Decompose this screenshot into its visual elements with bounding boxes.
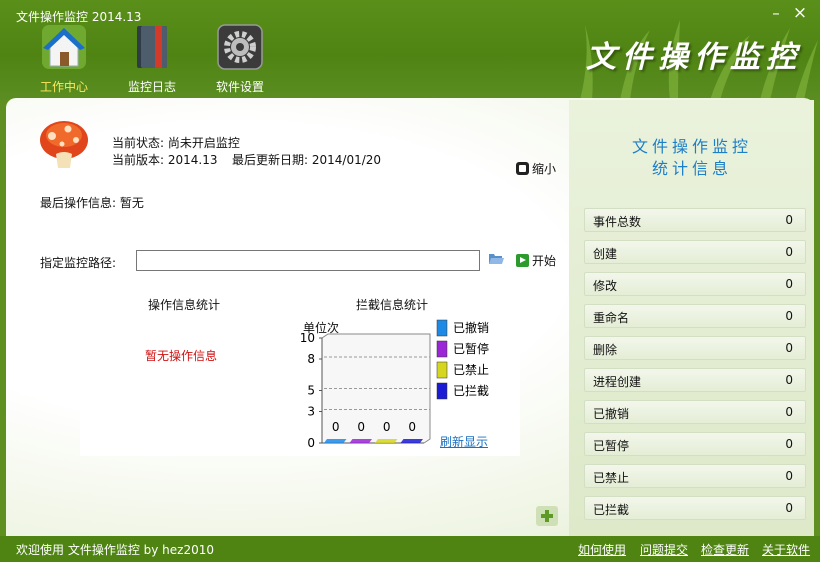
bar bbox=[349, 439, 372, 443]
current-version: 当前版本: 2014.13 bbox=[112, 153, 218, 167]
bar-data-label: 0 bbox=[357, 420, 365, 434]
status-bar: 欢迎使用 文件操作监控 by hez2010 如何使用 问题提交 检查更新 关于… bbox=[0, 536, 820, 562]
bar-data-label: 0 bbox=[408, 420, 416, 434]
minimize-button[interactable]: – bbox=[766, 4, 786, 22]
y-tick-label: 0 bbox=[307, 436, 315, 450]
path-label: 指定监控路径: bbox=[40, 256, 117, 270]
stat-row: 已禁止 0 bbox=[584, 464, 806, 488]
add-button[interactable] bbox=[536, 506, 558, 526]
how-to-use-link[interactable]: 如何使用 bbox=[578, 541, 626, 558]
stat-name: 已暂停 bbox=[593, 439, 630, 453]
stat-name: 删除 bbox=[593, 343, 618, 357]
stat-row: 已暂停 0 bbox=[584, 432, 806, 456]
version-value: 2014.13 bbox=[167, 153, 218, 167]
start-button[interactable]: 开始 bbox=[516, 252, 556, 269]
brand-logo-text: 文件操作监控 bbox=[586, 40, 802, 75]
stat-row: 重命名 0 bbox=[584, 304, 806, 328]
last-update: 最后更新日期: 2014/01/20 bbox=[232, 153, 382, 167]
folder-open-icon[interactable] bbox=[488, 252, 504, 266]
home-icon bbox=[42, 25, 86, 69]
monitor-path-input[interactable] bbox=[136, 250, 480, 271]
bar-data-label: 0 bbox=[383, 420, 391, 434]
stat-row: 创建 0 bbox=[584, 240, 806, 264]
legend-label: 已禁止 bbox=[453, 363, 489, 377]
legend-swatch bbox=[436, 361, 448, 379]
bar bbox=[400, 439, 423, 443]
stat-value: 0 bbox=[785, 373, 793, 387]
nav-work-center[interactable]: 工作中心 bbox=[28, 22, 100, 96]
about-link[interactable]: 关于软件 bbox=[762, 541, 810, 558]
last-op-value: 暂无 bbox=[119, 196, 144, 210]
legend-label: 已暂停 bbox=[453, 341, 489, 356]
current-status: 当前状态: 尚未开启监控 bbox=[112, 136, 240, 150]
stat-value: 0 bbox=[785, 469, 793, 483]
stat-name: 已禁止 bbox=[593, 471, 630, 485]
stat-name: 事件总数 bbox=[593, 215, 642, 229]
legend-label: 已撤销 bbox=[453, 320, 489, 335]
submit-issue-link[interactable]: 问题提交 bbox=[640, 541, 688, 558]
statistics-area: 操作信息统计 暂无操作信息 拦截信息统计 单位次 0 3 5 8 10 0 0 0 0 已撤销 已暂… bbox=[80, 288, 520, 456]
legend-swatch bbox=[436, 340, 448, 358]
stat-row: 已撤销 0 bbox=[584, 400, 806, 424]
nav-label: 监控日志 bbox=[127, 80, 176, 94]
stat-name: 进程创建 bbox=[593, 375, 642, 389]
stat-name: 创建 bbox=[593, 247, 618, 261]
y-tick-label: 8 bbox=[307, 352, 315, 366]
nav-monitor-log[interactable]: 监控日志 bbox=[116, 22, 188, 96]
refresh-display-link[interactable]: 刷新显示 bbox=[440, 433, 488, 450]
stat-name: 重命名 bbox=[593, 311, 630, 325]
mushroom-logo-icon bbox=[40, 121, 88, 168]
gear-icon bbox=[217, 24, 263, 70]
stat-row: 删除 0 bbox=[584, 336, 806, 360]
legend-swatch bbox=[436, 382, 448, 400]
stat-name: 已撤销 bbox=[593, 407, 630, 421]
play-icon bbox=[516, 254, 529, 267]
stat-value: 0 bbox=[785, 437, 793, 451]
bar-data-label: 0 bbox=[332, 420, 340, 434]
stat-value: 0 bbox=[785, 341, 793, 355]
stat-row: 进程创建 0 bbox=[584, 368, 806, 392]
bar bbox=[324, 439, 347, 443]
stat-row: 事件总数 0 bbox=[584, 208, 806, 232]
log-book-icon bbox=[137, 26, 167, 68]
close-button[interactable]: × bbox=[790, 4, 810, 22]
stat-name: 已拦截 bbox=[593, 503, 630, 517]
shrink-icon bbox=[516, 162, 529, 175]
stat-row: 已拦截 0 bbox=[584, 496, 806, 520]
stat-name: 修改 bbox=[593, 279, 618, 293]
y-tick-label: 3 bbox=[307, 405, 315, 419]
stat-value: 0 bbox=[785, 213, 793, 227]
shrink-button[interactable]: 缩小 bbox=[516, 160, 556, 177]
status-text: 欢迎使用 文件操作监控 by hez2010 bbox=[16, 543, 214, 557]
intercept-chart: 0 3 5 8 10 0 0 0 0 已撤销已暂停已禁止已拦截 bbox=[300, 319, 489, 450]
y-tick-label: 10 bbox=[300, 331, 315, 345]
stats-title: 文件操作监控 统计信息 bbox=[631, 137, 752, 178]
stat-row: 修改 0 bbox=[584, 272, 806, 296]
nav-label: 软件设置 bbox=[215, 80, 264, 94]
stat-value: 0 bbox=[785, 405, 793, 419]
update-value: 2014/01/20 bbox=[311, 153, 382, 167]
nav-label: 工作中心 bbox=[39, 80, 88, 94]
stat-value: 0 bbox=[785, 277, 793, 291]
stat-value: 0 bbox=[785, 309, 793, 323]
nav-settings[interactable]: 软件设置 bbox=[204, 22, 276, 96]
y-tick-label: 5 bbox=[307, 384, 315, 398]
legend-swatch bbox=[436, 319, 448, 337]
status-value: 尚未开启监控 bbox=[167, 136, 240, 150]
legend-label: 已拦截 bbox=[453, 384, 489, 398]
last-operation-info: 最后操作信息: 暂无 bbox=[40, 196, 144, 210]
bar bbox=[375, 439, 398, 443]
check-update-link[interactable]: 检查更新 bbox=[701, 541, 749, 558]
stat-value: 0 bbox=[785, 245, 793, 259]
stat-value: 0 bbox=[785, 501, 793, 515]
